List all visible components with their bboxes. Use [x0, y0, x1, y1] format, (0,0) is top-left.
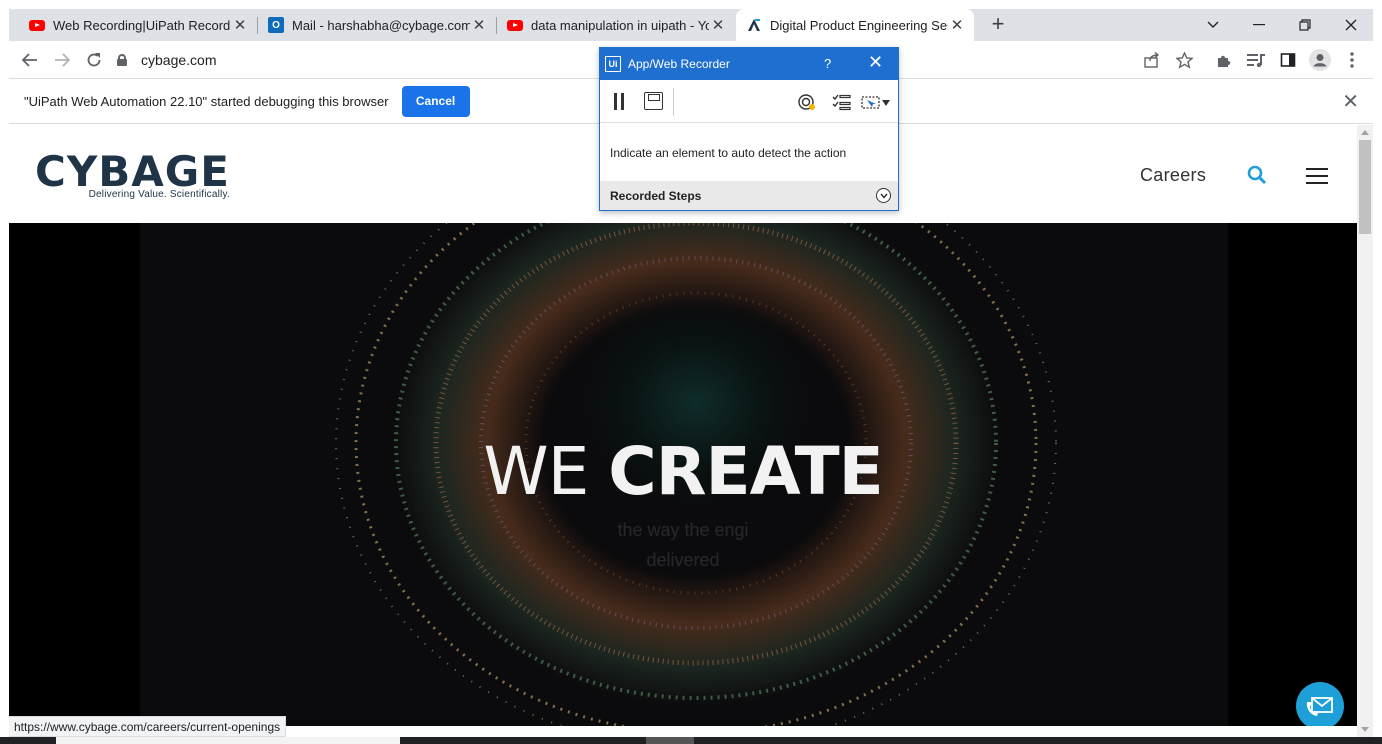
hero-headline-bold: CREATE — [608, 433, 883, 510]
close-tab-icon[interactable]: ✕ — [470, 16, 488, 34]
chrome-menu-icon[interactable] — [1338, 46, 1366, 74]
youtube-icon — [507, 17, 523, 33]
close-tab-icon[interactable]: ✕ — [948, 16, 966, 34]
page-scrollbar[interactable] — [1357, 125, 1373, 737]
tab-title: Web Recording|UiPath Recording — [53, 17, 231, 33]
checklist-options-icon[interactable] — [832, 92, 852, 112]
nav-careers-link[interactable]: Careers — [1140, 165, 1206, 186]
cancel-debugging-button[interactable]: Cancel — [401, 85, 470, 117]
close-window-button[interactable] — [1328, 9, 1374, 41]
tab-data-manipulation[interactable]: data manipulation in uipath - You ✕ — [497, 9, 735, 41]
tab-mail[interactable]: O Mail - harshabha@cybage.com ✕ — [258, 9, 496, 41]
tab-strip: Web Recording|UiPath Recording ✕ O Mail … — [9, 9, 1373, 41]
tab-search-icon[interactable] — [1190, 9, 1236, 41]
share-icon[interactable] — [1138, 46, 1166, 74]
close-tab-icon[interactable]: ✕ — [231, 16, 249, 34]
url-text: cybage.com — [141, 52, 217, 68]
recorder-titlebar[interactable]: Ui App/Web Recorder ? ✕ — [600, 48, 898, 80]
scroll-down-arrow[interactable] — [1361, 727, 1369, 732]
taskbar-search[interactable] — [56, 737, 400, 744]
side-panel-icon[interactable] — [1274, 46, 1302, 74]
app-web-recorder-window: Ui App/Web Recorder ? ✕ Indicate an elem… — [599, 47, 899, 211]
hero-subtext-line2: delivered — [646, 550, 720, 570]
restore-button[interactable] — [1282, 9, 1328, 41]
minimize-button[interactable] — [1236, 9, 1282, 41]
profile-avatar[interactable] — [1306, 46, 1334, 74]
hero-subtext: the way the engi delivered — [9, 515, 1357, 575]
extensions-icon[interactable] — [1210, 46, 1238, 74]
lock-icon — [117, 54, 127, 66]
toolbar-divider — [673, 88, 674, 116]
cybage-logo[interactable]: CYBAGE Delivering Value. Scientifically. — [35, 147, 230, 201]
outlook-icon: O — [268, 17, 284, 33]
hero-headline-light: WE — [483, 433, 609, 510]
hero-subtext-line1: the way the engi — [617, 520, 749, 540]
new-tab-button[interactable]: + — [984, 11, 1012, 39]
search-icon[interactable] — [1247, 165, 1267, 185]
youtube-icon — [29, 17, 45, 33]
reading-list-icon[interactable] — [1242, 46, 1270, 74]
bookmark-star-icon[interactable] — [1170, 46, 1198, 74]
link-status-url: https://www.cybage.com/careers/current-o… — [9, 716, 287, 737]
taskbar-app[interactable] — [646, 737, 694, 744]
pause-icon[interactable] — [614, 93, 624, 110]
save-steps-icon[interactable] — [644, 92, 663, 110]
recorded-steps-label: Recorded Steps — [610, 188, 702, 203]
scroll-thumb[interactable] — [1359, 140, 1371, 234]
tab-title: Mail - harshabha@cybage.com — [292, 17, 470, 33]
help-button[interactable]: ? — [824, 56, 831, 71]
hamburger-menu-icon[interactable] — [1306, 168, 1328, 184]
hero-video: WE CREATE the way the engi delivered — [9, 223, 1357, 726]
recorder-instruction: Indicate an element to auto detect the a… — [610, 146, 847, 160]
scroll-up-arrow[interactable] — [1361, 130, 1369, 135]
recorder-title: App/Web Recorder — [628, 57, 730, 71]
close-infobar-icon[interactable]: ✕ — [1342, 89, 1359, 114]
taskbar — [0, 737, 1382, 744]
contact-mail-button[interactable] — [1296, 682, 1344, 726]
debugging-message: "UiPath Web Automation 22.10" started de… — [24, 93, 389, 109]
tab-cybage-active[interactable]: Digital Product Engineering Servi ✕ — [736, 9, 974, 41]
envelope-phone-icon — [1306, 697, 1333, 716]
forward-button[interactable] — [48, 46, 76, 74]
target-detect-icon[interactable] — [797, 92, 817, 112]
logo-wordmark: CYBAGE — [35, 147, 230, 196]
close-tab-icon[interactable]: ✕ — [709, 16, 727, 34]
recorder-close-icon[interactable]: ✕ — [868, 52, 883, 73]
reload-button[interactable] — [80, 46, 108, 74]
cybage-icon — [746, 17, 762, 33]
back-button[interactable] — [16, 46, 44, 74]
web-page: CYBAGE Delivering Value. Scientifically.… — [9, 125, 1357, 726]
chevron-down-icon[interactable] — [876, 188, 891, 203]
hero-headline: WE CREATE — [9, 436, 1357, 507]
screen-selector-dropdown-icon[interactable] — [861, 92, 893, 112]
recorder-toolbar — [600, 80, 898, 123]
tab-title: data manipulation in uipath - You — [531, 17, 709, 33]
recorded-steps-panel[interactable]: Recorded Steps — [600, 181, 898, 210]
tab-title: Digital Product Engineering Servi — [770, 17, 948, 33]
tab-web-recording[interactable]: Web Recording|UiPath Recording ✕ — [19, 9, 257, 41]
uipath-logo-icon: Ui — [605, 56, 621, 72]
